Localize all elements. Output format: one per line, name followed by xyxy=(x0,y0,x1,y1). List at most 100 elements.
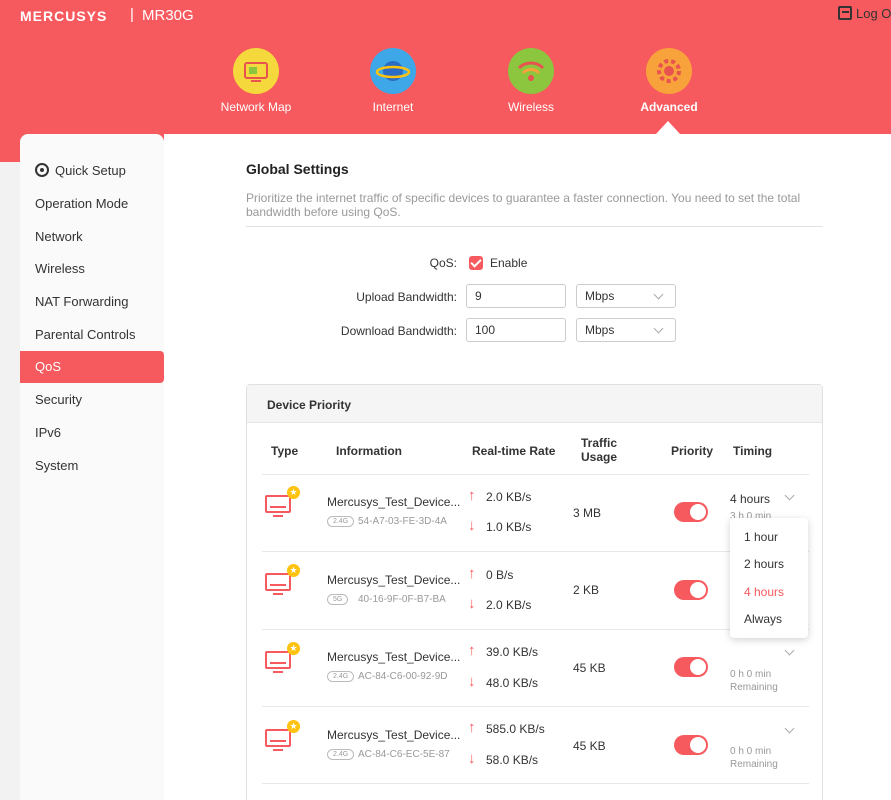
row-divider xyxy=(262,474,809,475)
band-badge: 5G xyxy=(327,594,349,605)
download-bandwidth-label: Download Bandwidth: xyxy=(340,324,457,338)
computer-icon: ★ xyxy=(265,564,300,597)
download-arrow-icon: ↓ xyxy=(468,673,476,690)
computer-icon: ★ xyxy=(265,486,300,519)
internet-globe-icon xyxy=(370,48,416,94)
upload-rate: 0 B/s xyxy=(486,568,514,582)
upload-bandwidth-input[interactable]: 9 xyxy=(466,284,566,308)
col-timing: Timing xyxy=(733,444,773,458)
timing-value[interactable]: 4 hours xyxy=(730,492,770,506)
download-unit-value: Mbps xyxy=(585,323,615,337)
tab-advanced-label: Advanced xyxy=(640,100,698,114)
timing-remaining: 0 h 0 min Remaining xyxy=(730,745,778,771)
sidebar-item-operation-mode[interactable]: Operation Mode xyxy=(20,188,164,220)
col-traffic-usage-line1: Traffic xyxy=(581,436,618,450)
network-map-icon xyxy=(233,48,279,94)
col-information: Information xyxy=(336,444,402,458)
download-rate: 2.0 KB/s xyxy=(486,598,532,612)
divider xyxy=(246,226,823,227)
sidebar-item-qos[interactable]: QoS xyxy=(20,351,164,383)
download-arrow-icon: ↓ xyxy=(468,750,476,767)
traffic-usage: 2 KB xyxy=(573,583,600,597)
star-icon: ★ xyxy=(287,486,300,499)
col-traffic-usage-line2: Usage xyxy=(581,450,618,464)
download-rate: 48.0 KB/s xyxy=(486,676,539,690)
timing-remaining-label: Remaining xyxy=(730,759,778,770)
download-bandwidth-input[interactable]: 100 xyxy=(466,318,566,342)
timing-dropdown: 1 hour 2 hours 4 hours Always xyxy=(730,518,808,638)
traffic-usage: 45 KB xyxy=(573,661,606,675)
timing-remaining-time: 0 h 0 min xyxy=(730,669,772,680)
upload-arrow-icon: ↑ xyxy=(468,487,476,504)
sidebar-item-security[interactable]: Security xyxy=(20,384,164,416)
computer-icon: ★ xyxy=(265,642,300,675)
sidebar-item-network[interactable]: Network xyxy=(20,221,164,253)
download-unit-select[interactable]: Mbps xyxy=(576,318,676,342)
sidebar-item-quick-setup[interactable]: Quick Setup xyxy=(20,155,164,187)
tab-wireless-label: Wireless xyxy=(507,100,554,114)
qos-label: QoS: xyxy=(429,256,457,270)
col-traffic-usage: Traffic Usage xyxy=(581,436,617,464)
global-settings-title: Global Settings xyxy=(246,161,349,177)
tab-wireless[interactable]: Wireless xyxy=(471,48,591,114)
chevron-down-icon[interactable] xyxy=(784,645,795,656)
active-tab-pointer xyxy=(656,121,680,134)
upload-bandwidth-label: Upload Bandwidth: xyxy=(356,290,457,304)
star-icon: ★ xyxy=(287,564,300,577)
tab-internet[interactable]: Internet xyxy=(333,48,453,114)
brand-separator: | xyxy=(130,6,134,23)
star-icon: ★ xyxy=(287,720,300,733)
sidebar-item-ipv6[interactable]: IPv6 xyxy=(20,417,164,449)
upload-arrow-icon: ↑ xyxy=(468,642,476,659)
chevron-down-icon[interactable] xyxy=(784,723,795,734)
tab-advanced[interactable]: Advanced xyxy=(609,48,729,114)
timing-option-always[interactable]: Always xyxy=(744,612,782,626)
computer-icon: ★ xyxy=(265,720,300,753)
timing-option-4-hours[interactable]: 4 hours xyxy=(744,585,784,599)
row-divider xyxy=(262,551,809,552)
chevron-down-icon[interactable] xyxy=(784,490,795,501)
timing-remaining: 3 h 0 min xyxy=(730,511,772,518)
sidebar-item-wireless[interactable]: Wireless xyxy=(20,253,164,285)
priority-toggle[interactable] xyxy=(674,580,708,600)
advanced-gear-icon xyxy=(646,48,692,94)
gear-icon xyxy=(35,163,49,177)
timing-remaining: 0 h 0 min Remaining xyxy=(730,668,778,694)
sidebar-item-system[interactable]: System xyxy=(20,450,164,482)
upload-arrow-icon: ↑ xyxy=(468,719,476,736)
sidebar: Quick Setup Operation Mode Network Wirel… xyxy=(20,134,164,800)
logout-icon xyxy=(838,6,852,20)
col-priority: Priority xyxy=(671,444,714,458)
timing-option-2-hours[interactable]: 2 hours xyxy=(744,557,784,571)
download-arrow-icon: ↓ xyxy=(468,595,476,612)
device-name: Mercusys_Test_Device... xyxy=(327,728,461,742)
timing-remaining-time: 0 h 0 min xyxy=(730,746,772,757)
row-divider xyxy=(262,783,809,784)
qos-enable-checkbox[interactable] xyxy=(469,256,483,270)
band-badge: 2.4G xyxy=(327,749,355,760)
device-mac: AC-84-C6-00-92-9D xyxy=(358,671,448,682)
logout-button[interactable]: Log O xyxy=(838,6,891,21)
sidebar-item-parental-controls[interactable]: Parental Controls xyxy=(20,319,164,351)
device-mac: 40-16-9F-0F-B7-BA xyxy=(358,594,446,605)
chevron-down-icon xyxy=(653,289,664,300)
tab-network-map[interactable]: Network Map xyxy=(196,48,316,114)
col-type: Type xyxy=(271,444,299,458)
priority-toggle[interactable] xyxy=(674,502,708,522)
band-badge: 2.4G xyxy=(327,671,355,682)
device-name: Mercusys_Test_Device... xyxy=(327,650,461,664)
sidebar-item-label: Quick Setup xyxy=(55,163,126,178)
main-content: Global Settings Prioritize the internet … xyxy=(164,134,891,800)
sidebar-item-nat-forwarding[interactable]: NAT Forwarding xyxy=(20,286,164,318)
logout-label: Log O xyxy=(856,6,891,21)
priority-toggle[interactable] xyxy=(674,657,708,677)
upload-unit-select[interactable]: Mbps xyxy=(576,284,676,308)
upload-unit-value: Mbps xyxy=(585,289,615,303)
col-realtime-rate: Real-time Rate xyxy=(472,444,556,458)
device-name: Mercusys_Test_Device... xyxy=(327,495,461,509)
download-arrow-icon: ↓ xyxy=(468,517,476,534)
traffic-usage: 3 MB xyxy=(573,506,602,520)
timing-option-1-hour[interactable]: 1 hour xyxy=(744,530,778,544)
priority-toggle[interactable] xyxy=(674,735,708,755)
device-priority-header: Device Priority xyxy=(247,385,822,423)
